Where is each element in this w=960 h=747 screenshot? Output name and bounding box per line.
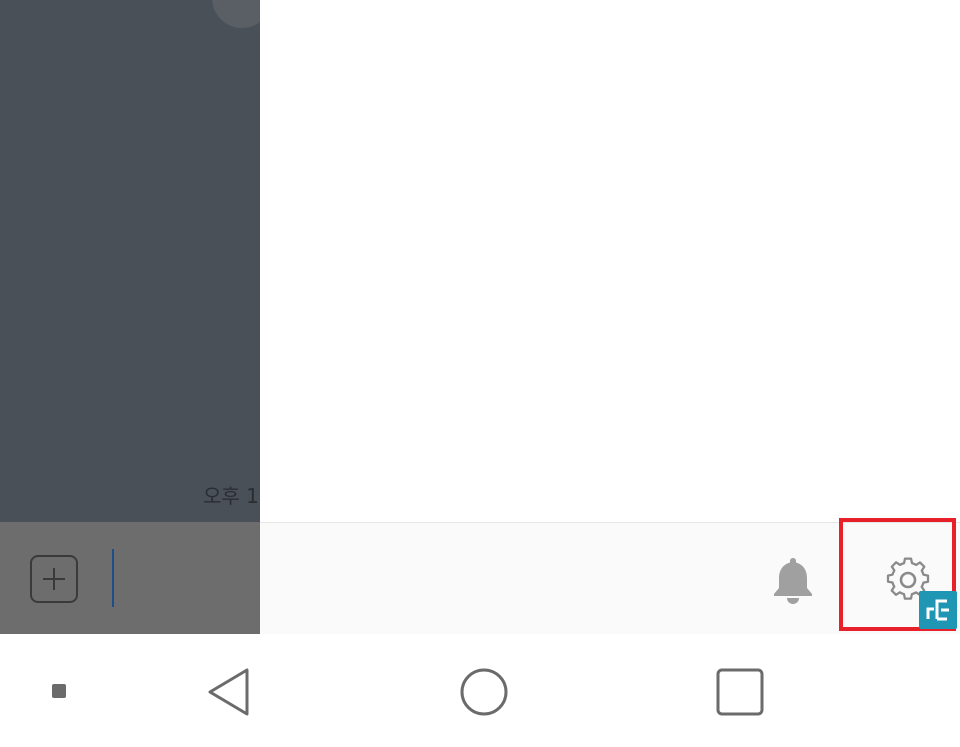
text-cursor	[112, 549, 114, 607]
add-attachment-button[interactable]	[30, 555, 78, 603]
back-icon[interactable]	[205, 666, 255, 718]
nav-dot-button[interactable]	[52, 684, 66, 698]
home-icon[interactable]	[459, 667, 509, 717]
recents-icon[interactable]	[716, 668, 764, 716]
side-drawer-panel	[260, 0, 960, 522]
message-timestamp: 오후 1	[203, 484, 259, 508]
chat-area	[0, 0, 260, 522]
app-badge-icon	[919, 591, 957, 629]
bell-icon[interactable]	[770, 555, 816, 605]
